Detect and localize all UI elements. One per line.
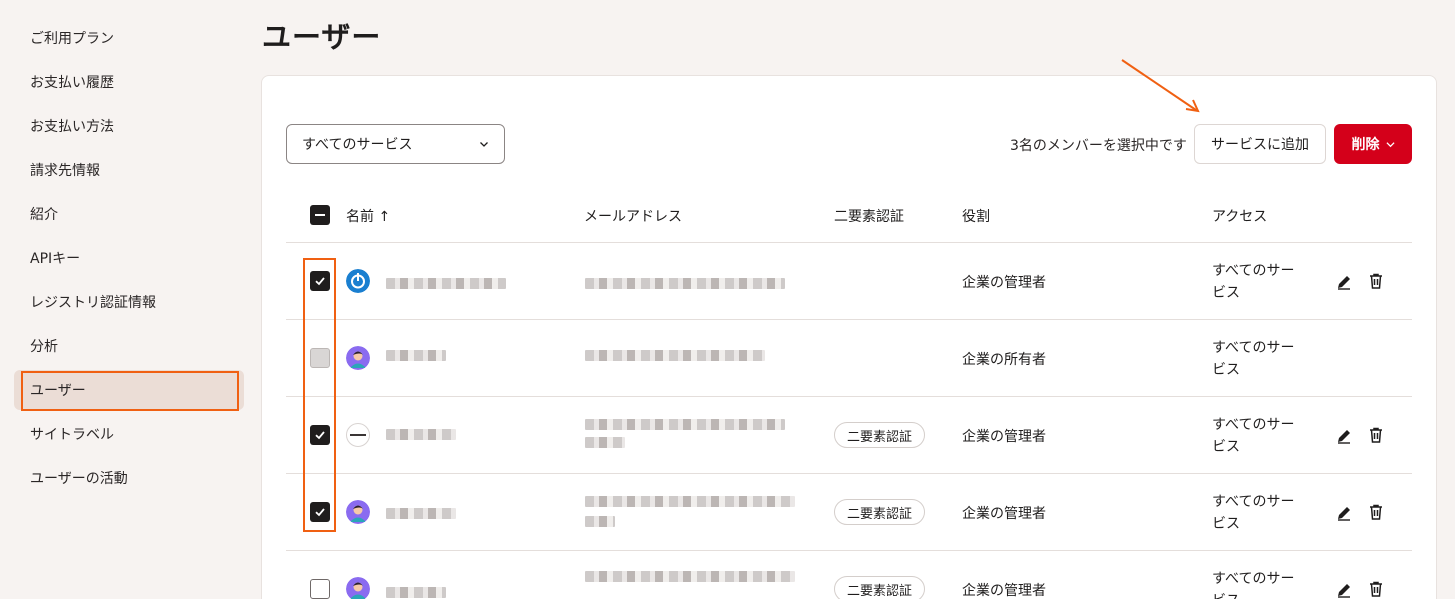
check-icon <box>315 277 325 286</box>
add-to-service-button[interactable]: サービスに追加 <box>1194 124 1326 164</box>
sidebar-item-plan[interactable]: ご利用プラン <box>14 18 244 58</box>
edit-icon[interactable] <box>1335 273 1353 291</box>
chevron-down-icon <box>480 142 488 147</box>
check-icon <box>315 508 325 517</box>
sidebar-item-payment-method[interactable]: お支払い方法 <box>14 106 244 146</box>
user-email-redacted <box>585 350 765 361</box>
trash-icon[interactable] <box>1367 426 1385 444</box>
user-role: 企業の管理者 <box>962 583 1046 599</box>
trash-icon[interactable] <box>1367 580 1385 598</box>
delete-button-label: 削除 <box>1351 137 1380 153</box>
table-row: 企業の所有者 すべてのサービス <box>0 320 1455 397</box>
trash-icon[interactable] <box>1367 503 1385 521</box>
service-filter-value: すべてのサービス <box>302 137 413 153</box>
user-role: 企業の所有者 <box>962 352 1046 368</box>
user-name-redacted <box>386 350 446 361</box>
arrow-annotation-icon <box>1121 59 1200 113</box>
chevron-down-icon <box>1385 141 1395 147</box>
twofa-badge: 二要素認証 <box>834 499 926 525</box>
check-icon <box>315 431 325 440</box>
column-header-name[interactable]: 名前 ↑ <box>346 206 390 226</box>
twofa-badge: 二要素認証 <box>834 576 926 599</box>
user-email-redacted <box>585 419 785 430</box>
row-checkbox[interactable] <box>310 579 330 599</box>
sidebar-item-payment-history[interactable]: お支払い履歴 <box>14 62 244 102</box>
column-header-access: アクセス <box>1212 209 1268 225</box>
column-header-twofa: 二要素認証 <box>834 209 904 225</box>
user-access: すべてのサービス <box>1212 417 1295 455</box>
user-email-redacted <box>585 571 795 582</box>
user-role: 企業の管理者 <box>962 429 1046 445</box>
column-header-email: メールアドレス <box>584 209 682 225</box>
sidebar-item-billing-info[interactable]: 請求先情報 <box>14 150 244 190</box>
column-header-role: 役割 <box>962 209 990 225</box>
table-row: 二要素認証 企業の管理者 すべてのサービス <box>0 474 1455 551</box>
avatar <box>346 577 370 599</box>
avatar <box>346 500 370 524</box>
page-title: ユーザー <box>262 20 382 54</box>
trash-icon[interactable] <box>1367 272 1385 290</box>
avatar <box>346 423 370 447</box>
delete-button[interactable]: 削除 <box>1334 124 1412 164</box>
user-role: 企業の管理者 <box>962 506 1046 522</box>
user-access: すべてのサービス <box>1212 494 1295 532</box>
table-row: 二要素認証 企業の管理者 すべてのサービス <box>0 551 1455 599</box>
user-access: すべてのサービス <box>1212 571 1295 599</box>
edit-icon[interactable] <box>1335 504 1353 522</box>
edit-icon[interactable] <box>1335 581 1353 599</box>
user-access: すべてのサービス <box>1212 340 1295 378</box>
row-checkbox <box>310 348 330 368</box>
user-email-redacted <box>585 496 795 507</box>
user-email-redacted <box>585 437 625 448</box>
service-filter-select[interactable]: すべてのサービス <box>286 124 505 164</box>
user-email-redacted <box>585 278 785 289</box>
selected-count-text: 3名のメンバーを選択中です <box>1010 138 1187 154</box>
user-email-redacted <box>585 516 615 527</box>
user-role: 企業の管理者 <box>962 275 1046 291</box>
user-name-redacted <box>386 278 506 289</box>
avatar <box>346 346 370 370</box>
table-row: 二要素認証 企業の管理者 すべてのサービス <box>0 397 1455 474</box>
avatar <box>346 269 370 293</box>
table-row: 企業の管理者 すべてのサービス <box>0 243 1455 320</box>
user-name-redacted <box>386 587 446 598</box>
twofa-badge: 二要素認証 <box>834 422 926 448</box>
sidebar-item-referral[interactable]: 紹介 <box>14 194 244 234</box>
row-checkbox[interactable] <box>310 502 330 522</box>
user-name-redacted <box>386 429 456 440</box>
edit-icon[interactable] <box>1335 427 1353 445</box>
power-icon <box>346 269 370 293</box>
user-name-redacted <box>386 508 456 519</box>
row-checkbox[interactable] <box>310 271 330 291</box>
user-access: すべてのサービス <box>1212 263 1295 301</box>
row-checkbox[interactable] <box>310 425 330 445</box>
select-all-checkbox[interactable] <box>310 205 330 225</box>
